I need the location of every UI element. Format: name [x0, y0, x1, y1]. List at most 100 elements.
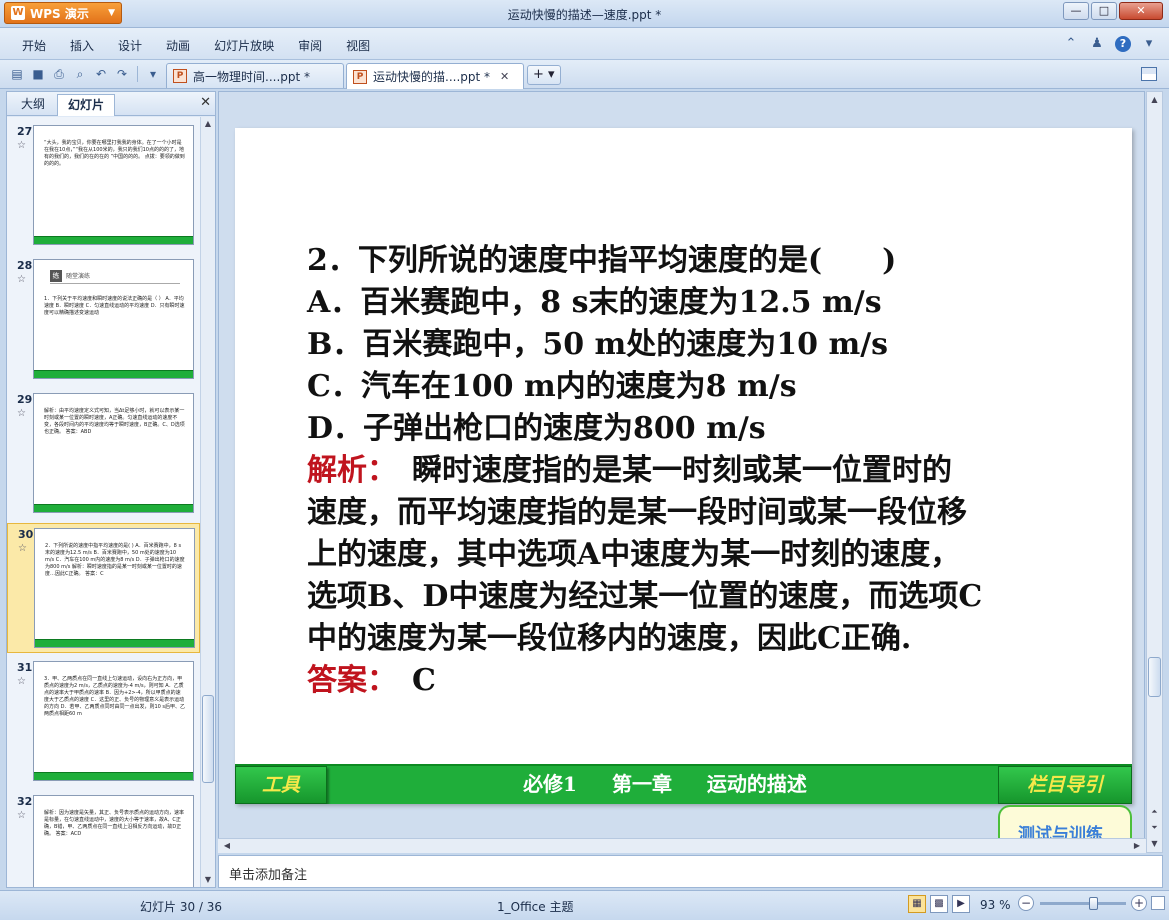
zoom-level[interactable]: 93 %: [980, 898, 1011, 912]
close-tab-icon[interactable]: ✕: [500, 70, 509, 83]
analysis-label: 解析：: [307, 453, 382, 488]
chapter-name: 运动的描述: [706, 772, 807, 796]
next-slide-icon[interactable]: ⏷: [1147, 820, 1162, 835]
tools-button[interactable]: 工具: [235, 766, 327, 804]
new-tab-button[interactable]: + ▾: [527, 65, 561, 85]
window-layout-icon[interactable]: [1141, 67, 1157, 81]
menu-item-4[interactable]: 幻灯片放映: [202, 37, 286, 55]
thumbnail-text: 3．甲、乙两质点在同一直线上匀速运动，设向右为正方向，甲质点的速度为2 m/s，…: [44, 676, 185, 717]
scroll-up-icon[interactable]: ▲: [201, 117, 215, 131]
tab-document-1[interactable]: P 高一物理时间....ppt *: [166, 63, 344, 88]
open-folder-icon[interactable]: ▤: [8, 65, 26, 83]
menu-item-1[interactable]: 插入: [58, 37, 106, 55]
menu-item-2[interactable]: 设计: [106, 37, 154, 55]
toolbar-divider: [137, 66, 138, 82]
scrollbar-thumb[interactable]: [202, 695, 214, 783]
scroll-down-icon[interactable]: ▼: [201, 873, 215, 887]
chevron-down-icon[interactable]: ▾: [1141, 36, 1157, 52]
slide-body[interactable]: 2．下列所说的速度中指平均速度的是( ) A．百米赛跑中，8 s末的速度为12.…: [307, 240, 1087, 702]
redo-icon[interactable]: ↷: [113, 65, 131, 83]
chapter-title: 必修1 第一章 运动的描述: [335, 766, 995, 804]
notes-placeholder: 单击添加备注: [229, 868, 308, 883]
thumbnail-footer-bar: [34, 504, 193, 512]
zoom-out-icon[interactable]: −: [1018, 895, 1034, 911]
slide-thumbnail-item[interactable]: 27 ☆ “大头，我的宝贝，你要在哪里打我我的身体。在了一个小时是在我在10点，”“…: [7, 121, 200, 251]
menu-item-6[interactable]: 视图: [334, 37, 382, 55]
save-icon[interactable]: ■: [29, 65, 47, 83]
slide-thumbnail[interactable]: 2．下列所说的速度中指平均速度的是( ) A．百米赛跑中，8 s末的速度为12.…: [34, 528, 195, 648]
quick-access-toolbar: ▤ ■ ⎙ ⌕ ↶ ↷ ▾: [8, 65, 162, 83]
close-panel-icon[interactable]: ✕: [200, 95, 211, 110]
slide-counter: 幻灯片 30 / 36: [140, 900, 223, 914]
theme-name[interactable]: 1_Office 主题: [497, 898, 573, 915]
panel-scrollbar[interactable]: ▲ ▼: [200, 117, 215, 887]
skin-shirt-icon[interactable]: ♟: [1089, 36, 1105, 52]
slide-thumbnail[interactable]: “大头，我的宝贝，你要在哪里打我我的身体。在了一个小时是在我在10点，”“我在从…: [33, 125, 194, 245]
animation-star-icon: ☆: [17, 140, 26, 151]
normal-view-icon[interactable]: ▦: [908, 895, 926, 913]
tab-document-2[interactable]: P 运动快慢的描....ppt * ✕: [346, 63, 524, 89]
collapse-ribbon-icon[interactable]: ⌃: [1063, 36, 1079, 52]
slide-thumbnail-item[interactable]: 31 ☆ 3．甲、乙两质点在同一直线上匀速运动，设向右为正方向，甲质点的速度为2 m…: [7, 657, 200, 787]
menu-item-3[interactable]: 动画: [154, 37, 202, 55]
animation-star-icon: ☆: [17, 676, 26, 687]
slide-number: 30: [18, 528, 34, 541]
print-icon[interactable]: ⎙: [50, 65, 68, 83]
minimize-button[interactable]: —: [1063, 2, 1089, 20]
slide-thumbnail[interactable]: 3．甲、乙两质点在同一直线上匀速运动，设向右为正方向，甲质点的速度为2 m/s，…: [33, 661, 194, 781]
slide-sorter-view-icon[interactable]: ▩: [930, 895, 948, 913]
notes-pane[interactable]: 单击添加备注: [218, 855, 1163, 888]
option-b: B．百米赛跑中，50 m处的速度为10 m/s: [307, 327, 889, 362]
analysis-line-4: 选项B、D中速度为经过某一位置的速度，而选项C: [307, 579, 983, 614]
scroll-left-icon[interactable]: ◀: [220, 839, 234, 853]
close-button[interactable]: ✕: [1119, 2, 1163, 20]
window-title: 运动快慢的描述—速度.ppt *: [507, 8, 662, 22]
slide-thumbnail[interactable]: 解析：因为速度是矢量，其正、负号表示质点的运动方向，速率是标量，在匀速直线运动中…: [33, 795, 194, 887]
scroll-down-icon[interactable]: ▼: [1147, 836, 1162, 851]
current-slide[interactable]: 2．下列所说的速度中指平均速度的是( ) A．百米赛跑中，8 s末的速度为12.…: [235, 128, 1132, 804]
slide-thumbnail[interactable]: 练随堂演练 1．下列关于平均速度和瞬时速度的说法正确的是（ ） A．平均速度 B．…: [33, 259, 194, 379]
analysis-text-1: 瞬时速度指的是某一时刻或某一位置时的: [382, 453, 952, 488]
thumbnail-footer-bar: [34, 772, 193, 780]
zoom-slider[interactable]: [1040, 897, 1126, 910]
slide-thumbnail-item[interactable]: 28 ☆ 练随堂演练 1．下列关于平均速度和瞬时速度的说法正确的是（ ） A．平均速度…: [7, 255, 200, 385]
slide-horizontal-scrollbar[interactable]: ◀ ▶: [218, 838, 1146, 853]
print-preview-icon[interactable]: ⌕: [71, 65, 89, 83]
zoom-slider-handle[interactable]: [1089, 897, 1099, 910]
slide-vertical-scrollbar[interactable]: ▲ ⏶ ⏷ ▼: [1146, 91, 1163, 853]
menu-right-tools: ⌃ ♟ ? ▾: [1063, 36, 1157, 52]
section-nav-button[interactable]: 栏目导引: [998, 766, 1132, 804]
zoom-in-icon[interactable]: +: [1131, 895, 1147, 911]
chapter-volume: 必修1: [523, 772, 577, 796]
thumbnail-footer-bar: [34, 370, 193, 378]
help-icon[interactable]: ?: [1115, 36, 1131, 52]
slide-number: 27: [17, 125, 33, 138]
fit-to-window-icon[interactable]: [1151, 896, 1165, 910]
document-tab-bar: ▤ ■ ⎙ ⌕ ↶ ↷ ▾ P 高一物理时间....ppt * P 运动快慢的描…: [0, 60, 1169, 89]
slide-thumbnail-item[interactable]: 30 ☆ 2．下列所说的速度中指平均速度的是( ) A．百米赛跑中，8 s末的速度为…: [7, 523, 200, 653]
question-text: 2．下列所说的速度中指平均速度的是( ): [307, 243, 897, 278]
slideshow-play-icon[interactable]: ▶: [952, 895, 970, 913]
slide-thumbnail[interactable]: 解析：由平均速度定义式可知，当Δt足够小时，就可以表示某一时刻或某一位置的瞬时速…: [33, 393, 194, 513]
slide-thumbnail-item[interactable]: 32 ☆ 解析：因为速度是矢量，其正、负号表示质点的运动方向，速率是标量，在匀速直线…: [7, 791, 200, 887]
slide-thumbnail-item[interactable]: 29 ☆ 解析：由平均速度定义式可知，当Δt足够小时，就可以表示某一时刻或某一位置的…: [7, 389, 200, 519]
undo-icon[interactable]: ↶: [92, 65, 110, 83]
customize-toolbar-icon[interactable]: ▾: [144, 65, 162, 83]
menu-item-0[interactable]: 开始: [10, 37, 58, 55]
practice-badge-icon: 练: [50, 269, 62, 282]
option-d: D．子弹出枪口的速度为800 m/s: [307, 411, 766, 446]
menu-items: 开始 插入 设计 动画 幻灯片放映 审阅 视图: [10, 37, 382, 55]
menu-item-5[interactable]: 审阅: [286, 37, 334, 55]
scroll-up-icon[interactable]: ▲: [1147, 92, 1162, 107]
scroll-right-icon[interactable]: ▶: [1130, 839, 1144, 853]
thumbnail-text: 解析：因为速度是矢量，其正、负号表示质点的运动方向，速率是标量，在匀速直线运动中…: [44, 810, 185, 837]
slide-number: 28: [17, 259, 33, 272]
test-training-button[interactable]: 测试与训练: [998, 805, 1132, 838]
maximize-button[interactable]: □: [1091, 2, 1117, 20]
previous-slide-icon[interactable]: ⏶: [1147, 804, 1162, 819]
scrollbar-thumb[interactable]: [1148, 657, 1161, 697]
tab-label: 运动快慢的描....ppt *: [373, 70, 491, 84]
ppt-file-icon: P: [173, 69, 187, 83]
tab-slides[interactable]: 幻灯片: [57, 94, 116, 116]
tab-outline[interactable]: 大纲: [11, 94, 55, 116]
